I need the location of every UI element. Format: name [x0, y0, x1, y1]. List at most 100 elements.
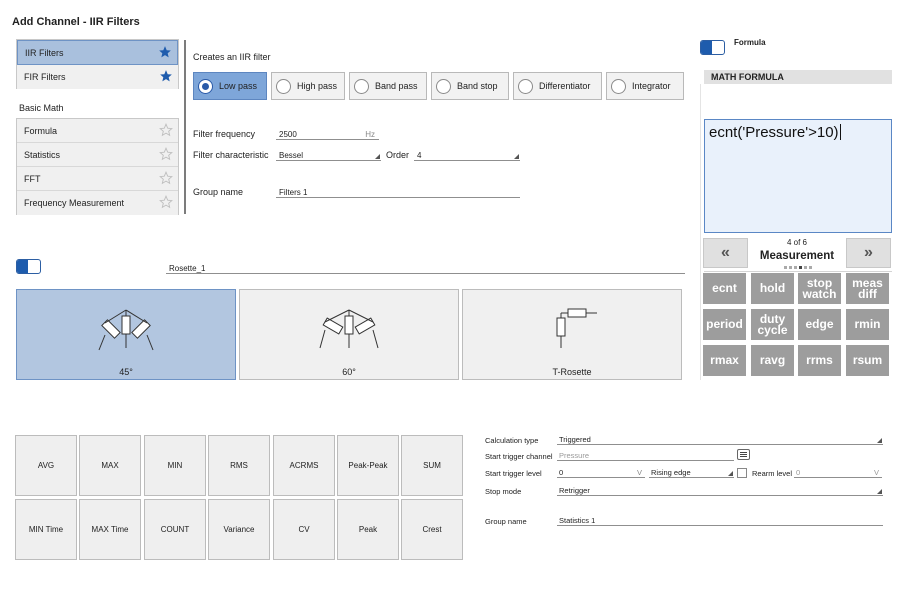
key-ravg[interactable]: ravg	[751, 345, 794, 376]
stat-button-sum[interactable]: SUM	[401, 435, 463, 496]
start-trigger-channel-input[interactable]: Pressure	[557, 451, 734, 461]
rearm-level-label: Rearm level	[752, 469, 793, 478]
statistics-group-input[interactable]: Statistics 1	[557, 516, 883, 526]
stat-button-count[interactable]: COUNT	[144, 499, 206, 560]
key-label: period	[706, 317, 743, 331]
stat-button-avg[interactable]: AVG	[15, 435, 77, 496]
start-trigger-level-unit: V	[636, 468, 642, 477]
stat-button-label: AVG	[37, 461, 55, 470]
filter-frequency-unit: Hz	[365, 130, 375, 139]
category-item-formula[interactable]: Formula	[17, 119, 178, 143]
key-rmax[interactable]: rmax	[703, 345, 746, 376]
previous-category-button[interactable]: «	[703, 238, 748, 268]
formula-toggle[interactable]	[700, 40, 725, 55]
star-outline-icon[interactable]	[159, 195, 173, 209]
rearm-level-unit: V	[873, 468, 879, 477]
dropdown-corner-icon	[877, 489, 882, 494]
page-dots	[784, 266, 812, 269]
key-hold[interactable]: hold	[751, 273, 794, 304]
key-rrms[interactable]: rrms	[798, 345, 841, 376]
filter-frequency-value: 2500	[279, 130, 297, 139]
stat-button-label: COUNT	[160, 525, 190, 534]
stop-mode-select[interactable]: Retrigger	[557, 486, 883, 496]
stat-button-rms[interactable]: RMS	[208, 435, 270, 496]
filter-frequency-input[interactable]: 2500 Hz	[276, 129, 379, 140]
filter-type-integrator[interactable]: Integrator	[606, 72, 684, 100]
formula-editor[interactable]: ecnt('Pressure'>10)	[704, 119, 892, 233]
order-select[interactable]: 4	[414, 150, 520, 161]
stat-button-peak[interactable]: Peak	[337, 499, 399, 560]
star-outline-icon[interactable]	[159, 147, 173, 161]
stat-button-crest[interactable]: Crest	[401, 499, 463, 560]
rosette-60-icon	[319, 309, 379, 349]
filter-characteristic-value: Bessel	[279, 151, 304, 160]
key-ecnt[interactable]: ecnt	[703, 273, 746, 304]
category-item-iir-filters[interactable]: IIR Filters	[17, 40, 178, 65]
rosette-name-input[interactable]: Rosette_1	[166, 263, 685, 274]
filter-type-label: High pass	[297, 81, 338, 91]
category-item-frequency-measurement[interactable]: Frequency Measurement	[17, 191, 178, 215]
filter-type-band-pass[interactable]: Band pass	[349, 72, 427, 100]
filter-characteristic-select[interactable]: Bessel	[276, 150, 381, 161]
text-caret	[839, 124, 841, 140]
rosette-card-label: 60°	[342, 367, 356, 377]
filter-type-label: Low pass	[219, 81, 258, 91]
key-label: rrms	[806, 353, 833, 367]
rearm-level-input[interactable]: 0 V	[794, 468, 882, 478]
edge-select[interactable]: Rising edge	[649, 468, 734, 478]
rosette-card-60[interactable]: 60°	[239, 289, 459, 380]
stat-button-max[interactable]: MAX	[79, 435, 141, 496]
stat-button-variance[interactable]: Variance	[208, 499, 270, 560]
rosette-card-label: 45°	[119, 367, 133, 377]
filter-type-band-stop[interactable]: Band stop	[431, 72, 509, 100]
channel-list-icon[interactable]	[737, 449, 750, 460]
basic-math-heading: Basic Math	[19, 103, 64, 113]
rosette-card-t-rosette[interactable]: T-Rosette	[462, 289, 682, 380]
category-list-basic-math: Formula Statistics FFT Frequency Measure…	[16, 118, 179, 215]
start-trigger-channel-placeholder: Pressure	[559, 451, 590, 460]
next-category-button[interactable]: »	[846, 238, 891, 268]
key-rsum[interactable]: rsum	[846, 345, 889, 376]
filter-group-label: Group name	[193, 187, 244, 197]
key-edge[interactable]: edge	[798, 309, 841, 340]
category-item-label: Formula	[24, 125, 58, 136]
dropdown-corner-icon	[728, 471, 733, 476]
function-key-grid: ecnt hold stop watch meas diff period du…	[703, 273, 892, 377]
key-stop-watch[interactable]: stop watch	[798, 273, 841, 304]
rosette-toggle[interactable]	[16, 259, 41, 274]
stat-button-cv[interactable]: CV	[273, 499, 335, 560]
star-filled-icon[interactable]	[159, 69, 173, 83]
statistics-button-grid: AVG MAX MIN RMS ACRMS Peak-Peak SUM MIN …	[15, 435, 465, 563]
order-label: Order	[386, 150, 410, 160]
stat-button-peak-peak[interactable]: Peak-Peak	[337, 435, 399, 496]
star-filled-icon[interactable]	[158, 45, 172, 59]
key-meas-diff[interactable]: meas diff	[846, 273, 889, 304]
filter-type-high-pass[interactable]: High pass	[271, 72, 345, 100]
filter-type-differentiator[interactable]: Differentiator	[513, 72, 602, 100]
rosette-card-45[interactable]: 45°	[16, 289, 236, 380]
stat-button-label: SUM	[423, 461, 441, 470]
category-item-fir-filters[interactable]: FIR Filters	[17, 65, 178, 89]
stat-button-acrms[interactable]: ACRMS	[273, 435, 335, 496]
stat-button-max-time[interactable]: MAX Time	[79, 499, 141, 560]
stat-button-min[interactable]: MIN	[144, 435, 206, 496]
key-label: rsum	[852, 353, 883, 367]
key-label: ecnt	[712, 281, 737, 295]
star-outline-icon[interactable]	[159, 171, 173, 185]
start-trigger-level-input[interactable]: 0 V	[557, 468, 645, 478]
category-item-statistics[interactable]: Statistics	[17, 143, 178, 167]
stat-button-min-time[interactable]: MIN Time	[15, 499, 77, 560]
category-item-fft[interactable]: FFT	[17, 167, 178, 191]
stat-button-label: Peak	[358, 525, 378, 534]
key-period[interactable]: period	[703, 309, 746, 340]
filter-group-input[interactable]: Filters 1	[276, 187, 520, 198]
key-duty-cycle[interactable]: duty cycle	[751, 309, 794, 340]
calculation-type-select[interactable]: Triggered	[557, 435, 883, 445]
chevron-right-double-icon: »	[864, 244, 873, 261]
filter-type-low-pass[interactable]: Low pass	[193, 72, 267, 100]
star-outline-icon[interactable]	[159, 123, 173, 137]
filter-type-label: Differentiator	[539, 81, 591, 91]
key-rmin[interactable]: rmin	[846, 309, 889, 340]
rearm-checkbox[interactable]	[737, 468, 747, 478]
radio-icon	[436, 78, 451, 94]
